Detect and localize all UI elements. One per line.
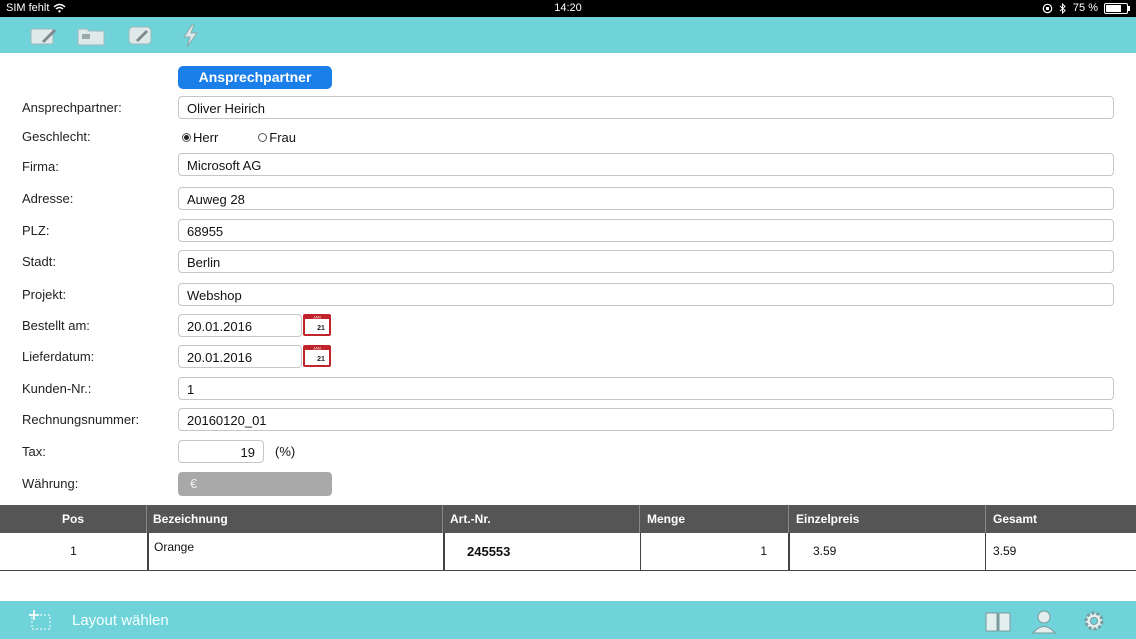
layout-select-button[interactable]: Layout wählen — [72, 612, 169, 629]
invoice-no-input[interactable]: 20160120_01 — [178, 408, 1114, 431]
chat-edit-icon[interactable] — [126, 23, 156, 49]
column-header-unit-price[interactable]: Einzelpreis — [789, 505, 986, 533]
calendar-icon[interactable]: JAN 21 — [302, 344, 332, 368]
ordered-label: Bestellt am: — [22, 318, 90, 333]
bluetooth-icon — [1059, 2, 1066, 14]
gender-radio-herr[interactable]: Herr — [182, 130, 218, 145]
zip-label: PLZ: — [22, 223, 50, 238]
city-label: Stadt: — [22, 254, 56, 269]
project-label: Projekt: — [22, 287, 67, 302]
cell-pos: 1 — [0, 533, 148, 570]
cell-total: 3.59 — [993, 544, 1017, 558]
folder-icon[interactable] — [76, 23, 106, 49]
ordered-date-input[interactable]: 20.01.2016 — [178, 314, 302, 337]
bottom-toolbar: Layout wählen — [0, 601, 1136, 639]
edit-icon[interactable] — [28, 23, 58, 49]
delivery-label: Lieferdatum: — [22, 349, 95, 364]
project-input[interactable]: Webshop — [178, 283, 1114, 306]
cell-description[interactable]: Orange — [148, 533, 444, 570]
calendar-day: 21 — [317, 356, 325, 363]
battery-icon — [1104, 2, 1130, 14]
calendar-month: JAN — [313, 315, 321, 320]
orientation-lock-icon — [1042, 3, 1053, 13]
clock: 14:20 — [554, 2, 582, 14]
table-header: Pos Bezeichnung Art.-Nr. Menge Einzelpre… — [0, 505, 1136, 533]
radio-label-herr: Herr — [193, 130, 219, 145]
column-header-article-no[interactable]: Art.-Nr. — [443, 505, 640, 533]
company-label: Firma: — [22, 159, 59, 174]
lightning-icon[interactable] — [176, 23, 206, 49]
tax-unit: (%) — [275, 444, 296, 459]
table-row[interactable]: 1 Orange 245553 1 3.59 3.59 — [0, 533, 1136, 571]
column-header-total[interactable]: Gesamt — [986, 505, 1136, 533]
column-header-pos[interactable]: Pos — [0, 505, 147, 533]
layout-add-icon[interactable] — [28, 608, 56, 634]
radio-unselected-icon — [258, 133, 268, 142]
address-label: Adresse: — [22, 191, 74, 206]
radio-label-frau: Frau — [269, 130, 297, 145]
customer-no-input[interactable]: 1 — [178, 377, 1114, 400]
gender-radio-frau[interactable]: Frau — [258, 130, 296, 145]
radio-selected-icon — [182, 133, 191, 142]
column-header-description[interactable]: Bezeichnung — [147, 505, 443, 533]
zip-input[interactable]: 68955 — [178, 219, 1114, 242]
calendar-icon[interactable]: JAN 21 — [302, 313, 332, 337]
delivery-date-input[interactable]: 20.01.2016 — [178, 345, 302, 368]
currency-select[interactable]: € — [178, 472, 332, 496]
tax-label: Tax: — [22, 444, 46, 459]
calendar-month: JAN — [313, 346, 321, 351]
battery-percent: 75 % — [1072, 2, 1098, 14]
customer-no-label: Kunden-Nr.: — [22, 381, 92, 396]
contact-input[interactable]: Oliver Heirich — [178, 96, 1114, 119]
cell-article-no[interactable]: 245553 — [444, 533, 641, 570]
contact-section-button[interactable]: Ansprechpartner — [178, 66, 332, 89]
user-icon[interactable] — [1030, 608, 1058, 634]
cell-quantity[interactable]: 1 — [641, 533, 789, 570]
gender-label: Geschlecht: — [22, 129, 91, 144]
top-toolbar — [0, 17, 1136, 53]
contact-label: Ansprechpartner: — [22, 100, 122, 115]
currency-label: Währung: — [22, 476, 79, 491]
gender-radio-group: Herr Frau — [182, 130, 336, 145]
status-bar: SIM fehlt 14:20 75 % — [0, 0, 1136, 17]
settings-icon[interactable] — [1080, 608, 1108, 634]
calendar-day: 21 — [317, 325, 325, 332]
book-icon[interactable] — [984, 608, 1012, 634]
city-input[interactable]: Berlin — [178, 250, 1114, 273]
tax-input[interactable]: 19 — [178, 440, 264, 463]
invoice-no-label: Rechnungsnummer: — [22, 412, 140, 427]
column-header-quantity[interactable]: Menge — [640, 505, 789, 533]
cell-unit-price[interactable]: 3.59 — [789, 533, 986, 570]
company-input[interactable]: Microsoft AG — [178, 153, 1114, 176]
address-input[interactable]: Auweg 28 — [178, 187, 1114, 210]
